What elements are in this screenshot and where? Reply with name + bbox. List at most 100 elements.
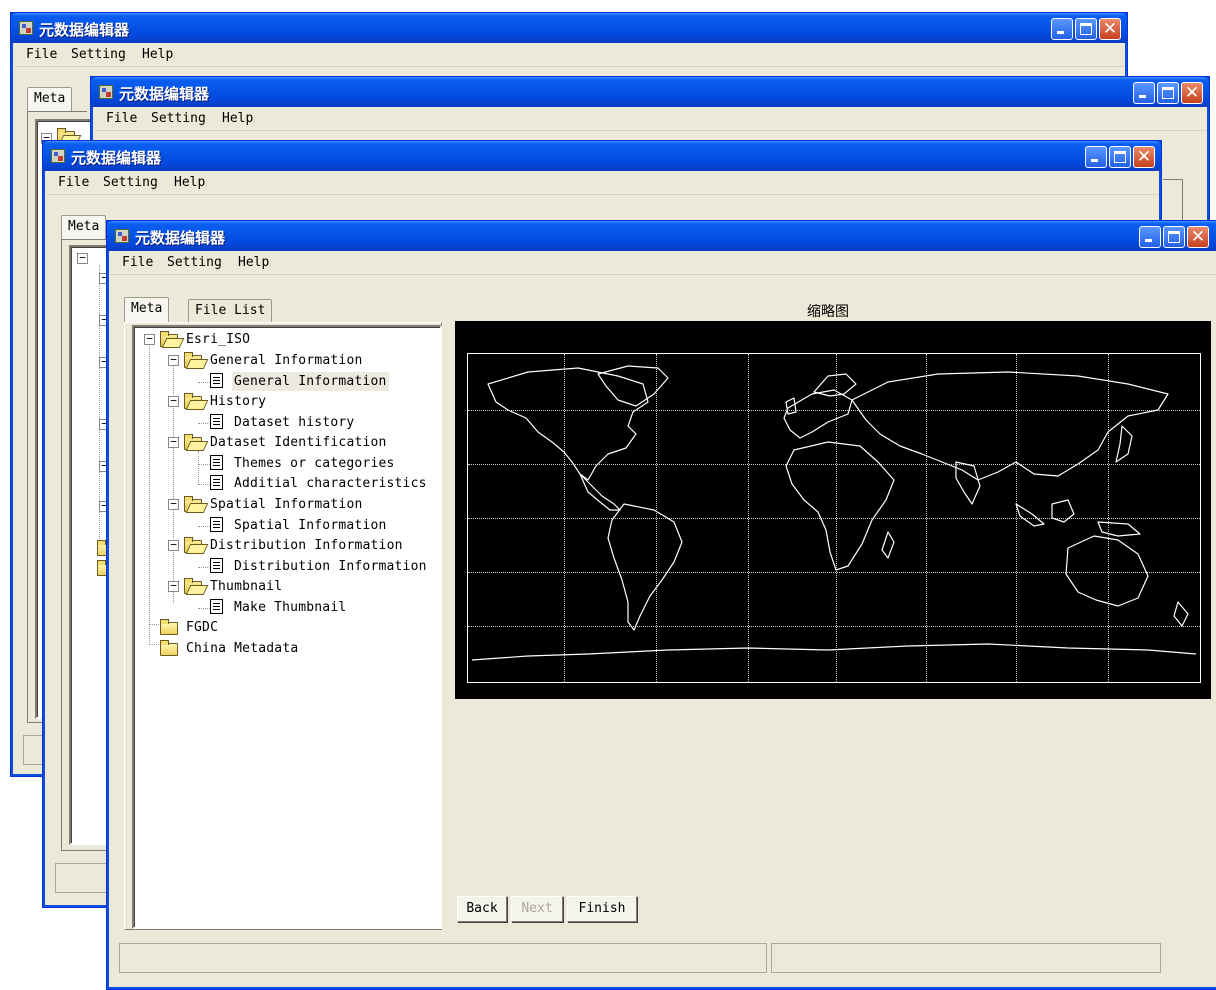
minimize-icon[interactable] <box>1085 146 1107 168</box>
tab-meta[interactable]: Meta <box>61 215 107 239</box>
tab-file-list[interactable]: File List <box>188 299 273 323</box>
tree-connector <box>198 608 210 609</box>
app-icon <box>19 21 33 35</box>
continent-south-america <box>607 503 683 631</box>
continent-asia <box>851 371 1169 481</box>
tree-connector <box>198 484 210 485</box>
island-madagascar <box>881 531 895 559</box>
tree-connector <box>198 526 210 527</box>
tree-label: Additial characteristics <box>234 476 427 491</box>
minimize-icon[interactable] <box>1139 226 1161 248</box>
tree-label: General Information <box>232 372 389 391</box>
tree-connector <box>198 464 210 465</box>
maximize-icon[interactable] <box>1109 146 1131 168</box>
menu-setting[interactable]: Setting <box>147 111 210 126</box>
menu-help[interactable]: Help <box>218 111 257 126</box>
menu-setting[interactable]: Setting <box>99 175 162 190</box>
folder-icon <box>184 496 202 512</box>
collapse-icon[interactable]: − <box>168 354 179 366</box>
collapse-icon[interactable]: − <box>144 333 155 345</box>
menu-file[interactable]: File <box>102 111 141 126</box>
island-new-zealand <box>1173 601 1189 627</box>
document-icon <box>210 558 223 573</box>
folder-icon <box>184 578 202 594</box>
collapse-icon[interactable]: − <box>168 498 179 510</box>
tree-label: Thumbnail <box>210 579 283 594</box>
tree-connector <box>198 567 210 568</box>
titlebar[interactable]: 元数据编辑器 ✕ <box>11 13 1127 43</box>
next-button[interactable]: Next <box>511 896 563 922</box>
folder-icon <box>160 331 178 347</box>
app-icon <box>99 85 113 99</box>
island-new-guinea <box>1097 521 1141 537</box>
close-icon[interactable]: ✕ <box>1181 82 1203 104</box>
close-icon[interactable]: ✕ <box>1099 18 1121 40</box>
tree-label: Make Thumbnail <box>234 600 347 615</box>
tree-label: History <box>210 394 267 409</box>
region-india <box>955 461 981 505</box>
menubar: File Setting Help <box>46 171 1158 195</box>
menu-setting[interactable]: Setting <box>67 47 130 62</box>
document-icon <box>210 517 223 532</box>
tree-label: Dataset Identification <box>210 435 387 450</box>
menu-help[interactable]: Help <box>138 47 177 62</box>
maximize-icon[interactable] <box>1075 18 1097 40</box>
tree-label: General Information <box>210 353 363 368</box>
collapse-icon[interactable]: − <box>168 436 179 448</box>
tree-label: Dataset history <box>234 415 355 430</box>
document-icon <box>210 475 223 490</box>
menu-help[interactable]: Help <box>234 255 273 270</box>
folder-icon <box>160 640 178 656</box>
tab-meta[interactable]: Meta <box>124 297 170 323</box>
tree-connector <box>198 451 199 485</box>
thumbnail-map <box>455 321 1211 699</box>
close-icon[interactable]: ✕ <box>1187 226 1209 248</box>
maximize-icon[interactable] <box>1157 82 1179 104</box>
continent-africa <box>785 441 895 571</box>
tree-panel: − − − − − − − <box>69 245 115 845</box>
menubar: File Setting Help <box>110 251 1216 275</box>
titlebar[interactable]: 元数据编辑器 ✕ <box>91 77 1209 107</box>
folder-icon <box>184 352 202 368</box>
folder-icon <box>184 434 202 450</box>
titlebar[interactable]: 元数据编辑器 ✕ <box>107 221 1216 251</box>
collapse-icon[interactable]: − <box>77 252 88 264</box>
window-title: 元数据编辑器 <box>39 21 130 39</box>
menu-file[interactable]: File <box>54 175 93 190</box>
island-japan <box>1115 425 1133 463</box>
menu-file[interactable]: File <box>22 47 61 62</box>
island-borneo <box>1051 499 1075 523</box>
tab-meta[interactable]: Meta <box>27 87 73 111</box>
document-icon <box>210 455 223 470</box>
document-icon <box>210 414 223 429</box>
collapse-icon[interactable]: − <box>168 580 179 592</box>
menu-file[interactable]: File <box>118 255 157 270</box>
menu-setting[interactable]: Setting <box>163 255 226 270</box>
tree-connector <box>149 343 150 643</box>
tree-view[interactable]: − Esri_ISO − General Information General… <box>132 325 442 929</box>
folder-icon <box>184 393 202 409</box>
window-title: 元数据编辑器 <box>135 229 226 247</box>
window-title: 元数据编辑器 <box>71 149 162 167</box>
tree-connector <box>198 382 210 383</box>
close-icon[interactable]: ✕ <box>1133 146 1155 168</box>
tree-label: Themes or categories <box>234 456 395 471</box>
menu-help[interactable]: Help <box>170 175 209 190</box>
finish-button[interactable]: Finish <box>567 896 637 922</box>
menubar: File Setting Help <box>94 107 1206 131</box>
tree-label: Distribution Information <box>210 538 403 553</box>
maximize-icon[interactable] <box>1163 226 1185 248</box>
thumbnail-title: 缩略图 <box>807 304 849 320</box>
back-button[interactable]: Back <box>457 896 507 922</box>
window-title: 元数据编辑器 <box>119 85 210 103</box>
minimize-icon[interactable] <box>1051 18 1073 40</box>
tree-connector <box>198 423 210 424</box>
collapse-icon[interactable]: − <box>168 539 179 551</box>
menubar: File Setting Help <box>14 43 1124 67</box>
titlebar[interactable]: 元数据编辑器 ✕ <box>43 141 1161 171</box>
continent-antarctica <box>471 643 1197 661</box>
collapse-icon[interactable]: − <box>168 395 179 407</box>
minimize-icon[interactable] <box>1133 82 1155 104</box>
tree-label: Esri_ISO <box>186 332 251 347</box>
tree-label: Distribution Information <box>234 559 427 574</box>
